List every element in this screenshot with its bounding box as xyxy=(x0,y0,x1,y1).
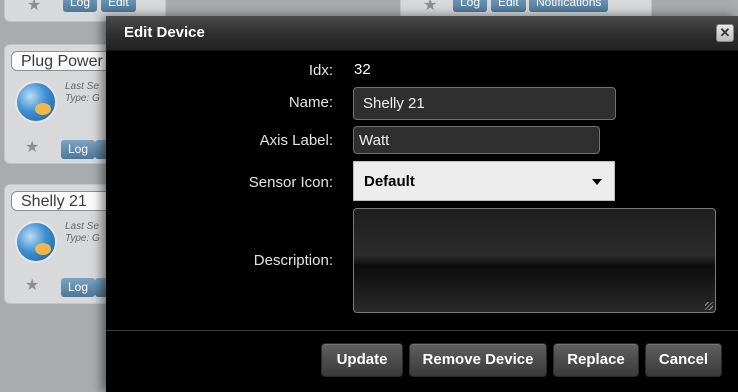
star-icon[interactable]: ★ xyxy=(27,0,41,15)
dialog-header: Edit Device ✕ xyxy=(106,16,738,51)
type-text: Type: G xyxy=(65,93,100,104)
star-icon[interactable]: ★ xyxy=(25,275,39,295)
edit-button[interactable]: Edit xyxy=(101,0,136,12)
star-icon[interactable]: ★ xyxy=(423,0,437,15)
sensor-icon-selected: Default xyxy=(364,173,415,190)
log-button[interactable]: Log xyxy=(63,0,98,12)
type-text: Type: G xyxy=(65,233,100,244)
axis-label-label: Axis Label: xyxy=(259,132,333,149)
dialog-title: Edit Device xyxy=(124,24,205,41)
last-seen-text: Last Se xyxy=(65,81,99,92)
log-button[interactable]: Log xyxy=(61,278,96,297)
log-button[interactable]: Log xyxy=(61,140,96,159)
notifications-button[interactable]: Notifications xyxy=(529,0,609,12)
resize-handle-icon[interactable] xyxy=(705,302,713,310)
globe-icon xyxy=(15,81,57,123)
idx-label: Idx: xyxy=(308,62,333,79)
dialog-divider xyxy=(106,330,738,331)
remove-device-button[interactable]: Remove Device xyxy=(409,343,547,377)
replace-button[interactable]: Replace xyxy=(553,343,639,377)
last-seen-text: Last Se xyxy=(65,221,99,232)
edit-device-dialog: Edit Device ✕ Idx: 32 Name: Axis Label: … xyxy=(106,16,738,392)
update-button[interactable]: Update xyxy=(321,343,403,377)
description-label: Description: xyxy=(253,252,333,269)
axis-label-input[interactable] xyxy=(353,126,600,154)
star-icon[interactable]: ★ xyxy=(25,137,39,157)
sensor-icon-label: Sensor Icon: xyxy=(248,174,333,191)
globe-icon xyxy=(15,221,57,263)
name-input[interactable] xyxy=(353,87,616,120)
cancel-button[interactable]: Cancel xyxy=(645,343,722,377)
close-icon[interactable]: ✕ xyxy=(716,24,734,42)
name-label: Name: xyxy=(288,94,333,111)
chevron-down-icon xyxy=(592,179,602,185)
log-button[interactable]: Log xyxy=(453,0,488,12)
description-textarea[interactable] xyxy=(353,208,716,313)
sensor-icon-select[interactable]: Default xyxy=(353,161,615,201)
idx-value: 32 xyxy=(354,61,371,78)
edit-button[interactable]: Edit xyxy=(491,0,526,12)
